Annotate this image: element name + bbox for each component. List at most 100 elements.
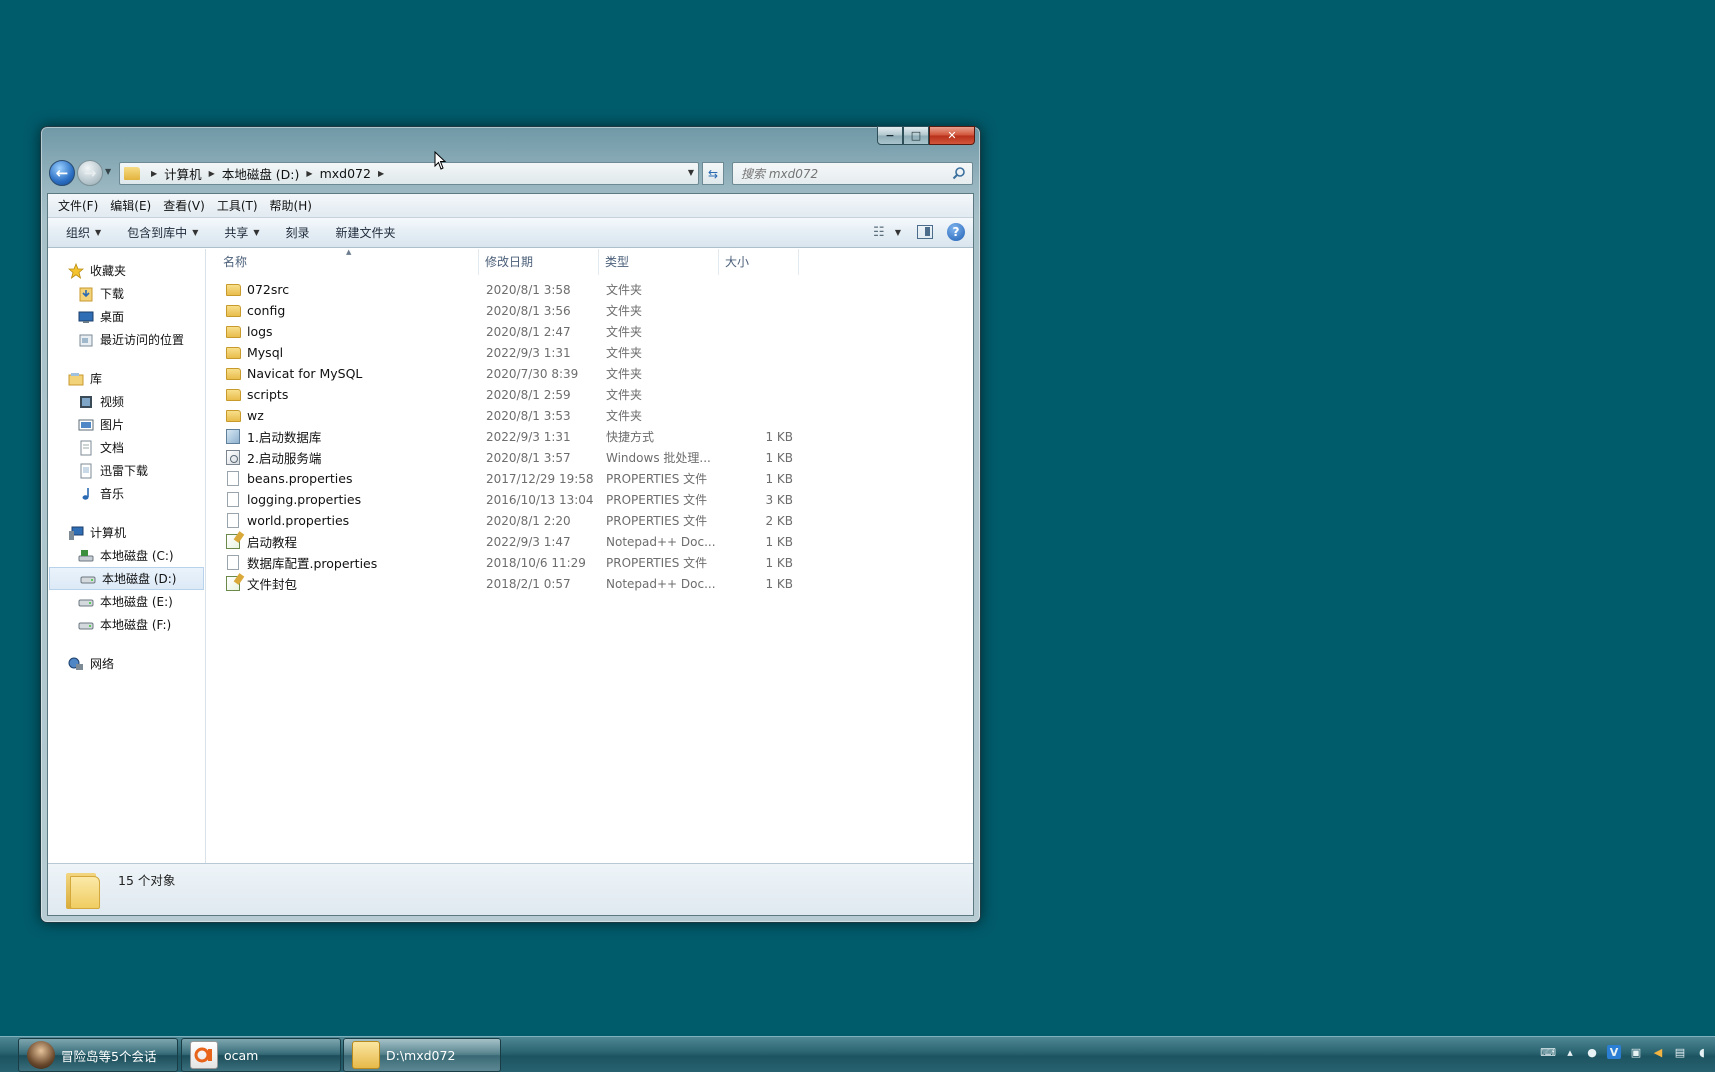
breadcrumb-computer[interactable]: 计算机: [164, 164, 202, 183]
taskbar-button-explorer[interactable]: D:\mxd072: [343, 1038, 501, 1072]
file-row[interactable]: scripts 2020/8/1 2:59 文件夹: [206, 384, 973, 405]
chevron-right-icon[interactable]: ▶: [306, 169, 312, 178]
system-tray: ⌨ ▴ ● V ▣ ◀ ▤ ◖: [1540, 1045, 1715, 1059]
file-name-cell[interactable]: 文件封包: [206, 574, 479, 593]
column-header-name[interactable]: 名称: [206, 248, 479, 275]
forward-button[interactable]: →: [77, 160, 103, 186]
file-name-cell[interactable]: config: [206, 303, 479, 319]
file-row[interactable]: 启动教程 2022/9/3 1:47 Notepad++ Doc... 1 KB: [206, 531, 973, 552]
address-dropdown-icon[interactable]: ▼: [688, 168, 694, 177]
column-header-size[interactable]: 大小: [719, 248, 799, 275]
refresh-button[interactable]: ⇆: [702, 162, 724, 185]
breadcrumb-mxd072[interactable]: mxd072: [320, 166, 371, 181]
breadcrumb-drive-d[interactable]: 本地磁盘 (D:): [222, 164, 300, 183]
file-row[interactable]: Navicat for MySQL 2020/7/30 8:39 文件夹: [206, 363, 973, 384]
chevron-right-icon[interactable]: ▶: [378, 169, 384, 178]
explorer-window[interactable]: − □ ✕ ← → ▼ ▶ 计算机 ▶ 本地磁盘 (D:) ▶ mxd072 ▶…: [40, 126, 981, 923]
share-button[interactable]: 共享 ▼: [216, 220, 267, 245]
file-name-cell[interactable]: 072src: [206, 282, 479, 298]
new-folder-button[interactable]: 新建文件夹: [328, 220, 404, 245]
file-name-cell[interactable]: 2.启动服务端: [206, 448, 479, 467]
close-button[interactable]: ✕: [929, 126, 975, 145]
file-row[interactable]: wz 2020/8/1 3:53 文件夹: [206, 405, 973, 426]
view-options-icon[interactable]: ☷: [868, 223, 890, 241]
file-name: beans.properties: [247, 471, 353, 486]
nav-item-drive-e[interactable]: 本地磁盘 (E:): [48, 590, 205, 613]
qq-icon[interactable]: ●: [1585, 1045, 1599, 1059]
file-row[interactable]: world.properties 2020/8/1 2:20 PROPERTIES …: [206, 510, 973, 531]
nav-item-recent-places[interactable]: 最近访问的位置: [48, 328, 205, 351]
nav-item-drive-f[interactable]: 本地磁盘 (F:): [48, 613, 205, 636]
nav-libraries[interactable]: 库: [48, 367, 205, 390]
nav-item-pictures[interactable]: 图片: [48, 413, 205, 436]
help-icon[interactable]: ?: [947, 223, 965, 241]
file-size: 1 KB: [765, 555, 793, 570]
file-name-cell[interactable]: world.properties: [206, 513, 479, 529]
show-hidden-icons-icon[interactable]: ▴: [1563, 1045, 1577, 1059]
screen-capture-icon[interactable]: ▣: [1629, 1045, 1643, 1059]
chevron-right-icon[interactable]: ▶: [209, 169, 215, 178]
file-name-cell[interactable]: logs: [206, 324, 479, 340]
menu-file[interactable]: 文件(F): [52, 195, 104, 216]
file-row[interactable]: 数据库配置.properties 2018/10/6 11:29 PROPERTIE…: [206, 552, 973, 573]
file-name-cell[interactable]: 数据库配置.properties: [206, 553, 479, 572]
file-row[interactable]: 072src 2020/8/1 3:58 文件夹: [206, 279, 973, 300]
nav-favorites[interactable]: 收藏夹: [48, 259, 205, 282]
address-bar[interactable]: ▶ 计算机 ▶ 本地磁盘 (D:) ▶ mxd072 ▶ ▼: [119, 162, 699, 185]
column-header-type[interactable]: 类型: [599, 248, 719, 275]
nav-network[interactable]: 网络: [48, 652, 205, 675]
file-name-cell[interactable]: scripts: [206, 387, 479, 403]
menu-edit[interactable]: 编辑(E): [104, 195, 157, 216]
search-icon[interactable]: [952, 166, 966, 180]
maximize-button[interactable]: □: [903, 126, 929, 145]
include-in-library-button[interactable]: 包含到库中 ▼: [119, 220, 206, 245]
nav-item-documents[interactable]: 文档: [48, 436, 205, 459]
file-row[interactable]: logging.properties 2016/10/13 13:04 PROPER…: [206, 489, 973, 510]
menu-view[interactable]: 查看(V): [157, 195, 211, 216]
file-row[interactable]: Mysql 2022/9/3 1:31 文件夹: [206, 342, 973, 363]
nav-item-downloads[interactable]: 下载: [48, 282, 205, 305]
nav-item-thunder-downloads[interactable]: 迅雷下载: [48, 459, 205, 482]
file-name-cell[interactable]: wz: [206, 408, 479, 424]
column-header-date[interactable]: 修改日期: [479, 248, 599, 275]
menu-tools[interactable]: 工具(T): [211, 195, 264, 216]
network-status-icon[interactable]: ▤: [1673, 1045, 1687, 1059]
speaker-icon[interactable]: ◖: [1695, 1045, 1709, 1059]
nav-item-drive-c[interactable]: 本地磁盘 (C:): [48, 544, 205, 567]
taskbar-button-sessions[interactable]: 冒险岛等5个会话: [18, 1038, 178, 1072]
chevron-right-icon[interactable]: ▶: [151, 169, 157, 178]
nav-item-desktop[interactable]: 桌面: [48, 305, 205, 328]
nav-item-drive-d[interactable]: 本地磁盘 (D:): [49, 567, 204, 590]
v-app-icon[interactable]: V: [1607, 1045, 1621, 1059]
organize-button[interactable]: 组织 ▼: [58, 220, 109, 245]
file-row[interactable]: 2.启动服务端 2020/8/1 3:57 Windows 批处理... 1 KB: [206, 447, 973, 468]
file-row[interactable]: 文件封包 2018/2/1 0:57 Notepad++ Doc... 1 KB: [206, 573, 973, 594]
file-name-cell[interactable]: Navicat for MySQL: [206, 366, 479, 382]
taskbar-button-ocam[interactable]: ocam: [181, 1038, 341, 1072]
file-name-cell[interactable]: 启动教程: [206, 532, 479, 551]
menu-help[interactable]: 帮助(H): [264, 195, 318, 216]
file-name-cell[interactable]: Mysql: [206, 345, 479, 361]
mouse-cursor-icon: [434, 151, 447, 170]
recent-pages-dropdown[interactable]: ▼: [105, 167, 111, 176]
file-row[interactable]: 1.启动数据库 2022/9/3 1:31 快捷方式 1 KB: [206, 426, 973, 447]
view-caret-down-icon[interactable]: ▼: [895, 228, 901, 237]
file-name-cell[interactable]: 1.启动数据库: [206, 427, 479, 446]
file-size: 1 KB: [765, 576, 793, 591]
search-box[interactable]: [732, 162, 973, 185]
burn-button[interactable]: 刻录: [278, 220, 318, 245]
keyboard-icon[interactable]: ⌨: [1540, 1045, 1556, 1059]
volume-icon[interactable]: ◀: [1651, 1045, 1665, 1059]
nav-computer[interactable]: 计算机: [48, 521, 205, 544]
back-button[interactable]: ←: [49, 160, 75, 186]
search-input[interactable]: [733, 163, 933, 184]
nav-item-music[interactable]: 音乐: [48, 482, 205, 505]
file-row[interactable]: beans.properties 2017/12/29 19:58 PROPERTI…: [206, 468, 973, 489]
file-name-cell[interactable]: logging.properties: [206, 492, 479, 508]
file-row[interactable]: logs 2020/8/1 2:47 文件夹: [206, 321, 973, 342]
file-row[interactable]: config 2020/8/1 3:56 文件夹: [206, 300, 973, 321]
preview-pane-icon[interactable]: [917, 225, 933, 239]
file-name-cell[interactable]: beans.properties: [206, 471, 479, 487]
minimize-button[interactable]: −: [877, 126, 903, 145]
nav-item-videos[interactable]: 视频: [48, 390, 205, 413]
